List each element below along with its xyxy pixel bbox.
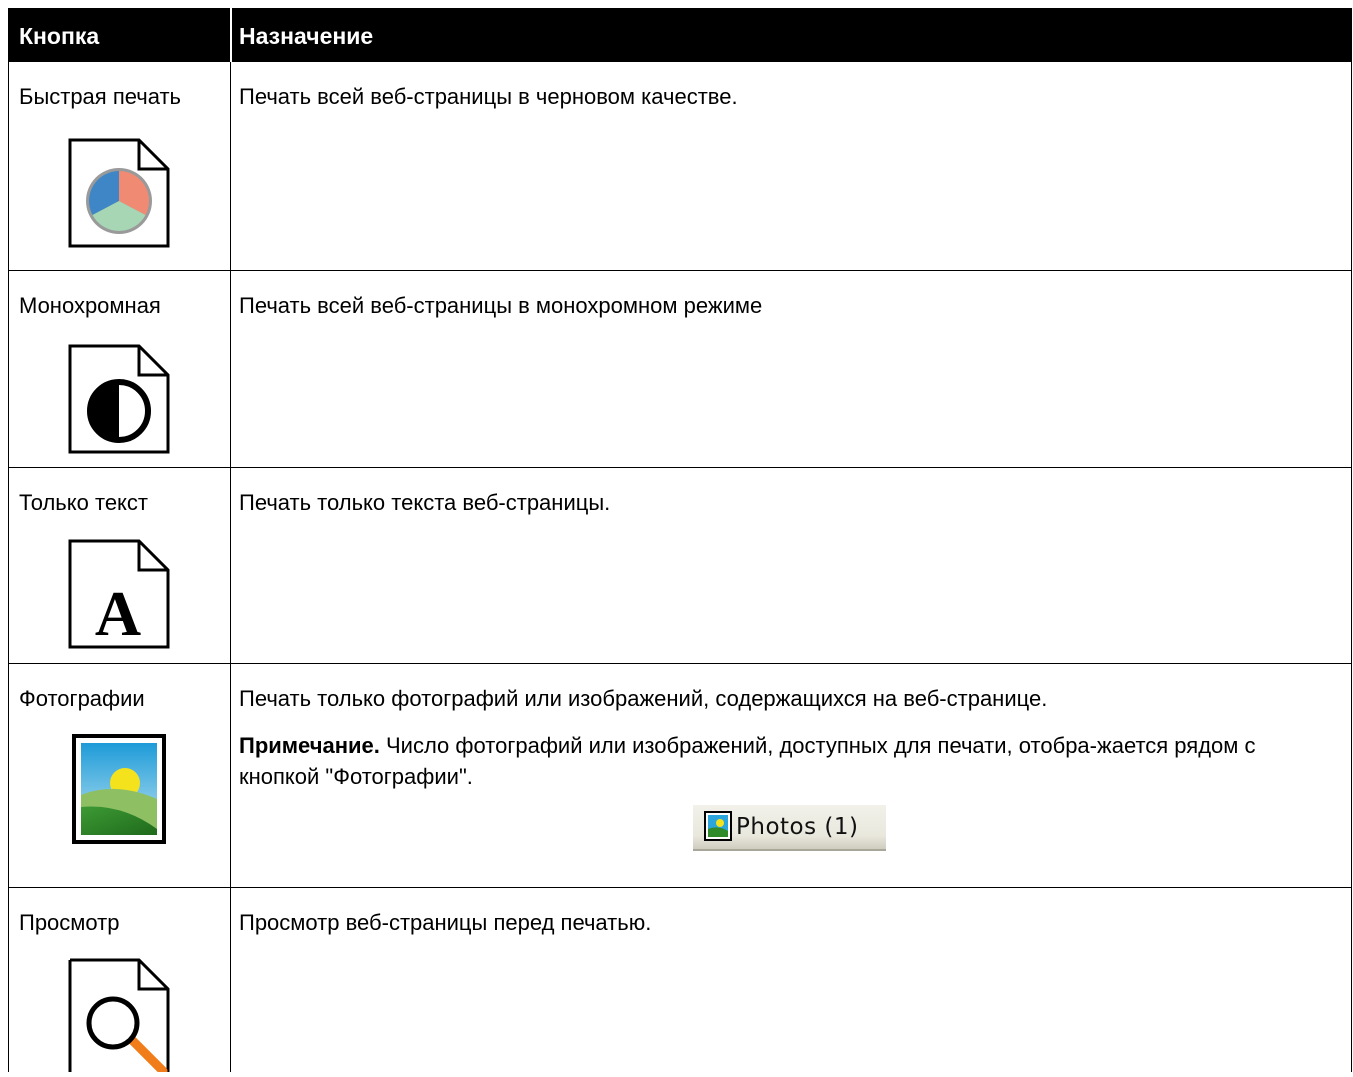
row-label: Фотографии [19,686,145,711]
table-header: Кнопка Назначение [9,8,1351,62]
note-text: Число фотографий или изображений, доступ… [239,733,1256,789]
text-only-icon: A [67,538,171,655]
row-description: Печать всей веб-страницы в монохромном р… [239,293,763,318]
row-description: Печать всей веб-страницы в черновом каче… [239,84,738,109]
note-paragraph: Примечание. Число фотографий или изображ… [239,730,1329,792]
table-row: Быстрая печать Печать всей веб-страницы … [9,62,1351,271]
row-description: Просмотр веб-страницы перед печатью. [239,910,652,935]
buttons-table: Кнопка Назначение Быстрая печать Печать … [8,8,1352,1076]
header-button-column: Кнопка [19,23,100,49]
header-divider [230,8,232,62]
table-row: Только текст A Печать только текста веб-… [9,468,1351,664]
table-row: Просмотр Просмотр веб-страницы перед печ… [9,888,1351,1076]
svg-text:A: A [95,578,141,649]
note-label: Примечание. [239,733,380,758]
table-row: Монохромная Печать всей веб-страницы в м… [9,271,1351,468]
table-row: Фотографии Печать только фотографий или … [9,664,1351,888]
photo-icon [704,811,732,846]
photos-button-label: Photos (1) [736,814,859,840]
row-label: Быстрая печать [19,84,181,109]
row-label: Только текст [19,490,149,515]
photos-button[interactable]: Photos (1) [693,805,886,851]
monochrome-icon [67,343,171,460]
row-description: Печать только текста веб-страницы. [239,490,611,515]
row-label: Монохромная [19,293,161,318]
photos-icon [71,733,167,850]
quick-print-icon [67,137,171,254]
preview-icon [67,957,171,1077]
header-purpose-column: Назначение [239,23,374,49]
row-description: Печать только фотографий или изображений… [239,686,1048,711]
row-label: Просмотр [19,910,120,935]
